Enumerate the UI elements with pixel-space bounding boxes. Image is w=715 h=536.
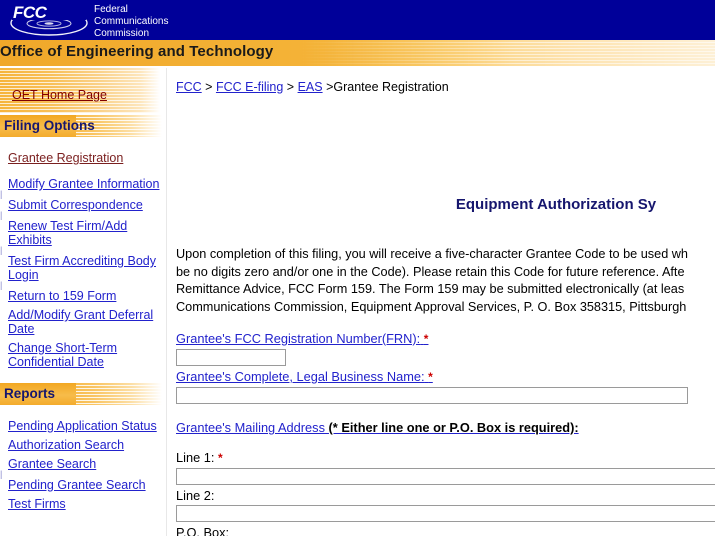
line2-label: Line 2: [176, 488, 215, 503]
sidebar-item-label[interactable]: Pending Grantee Search [0, 478, 166, 492]
business-name-input[interactable] [176, 387, 688, 404]
fcc-logo-svg: FCC Federal Communications Commission [10, 3, 168, 39]
oet-home-page-link[interactable]: OET Home Page [12, 88, 107, 102]
breadcrumb-link-fcc[interactable]: FCC [176, 80, 202, 94]
agency-line-3: Commission [94, 28, 149, 39]
sidebar-item-renew-test-firm-add-exhibits[interactable]: Renew Test Firm/Add Exhibits [0, 219, 166, 247]
required-marker: * [423, 332, 429, 346]
business-name-label-text: Grantee's Complete, Legal Business Name: [176, 369, 425, 384]
required-marker: * [428, 370, 433, 384]
business-name-label[interactable]: Grantee's Complete, Legal Business Name:… [176, 368, 715, 386]
sidebar-item-grantee-search[interactable]: Grantee Search [0, 457, 166, 471]
sidebar-item-modify-grantee-information[interactable]: Modify Grantee Information [0, 177, 166, 191]
fcc-banner: FCC Federal Communications Commission [0, 0, 715, 40]
intro-paragraph: Upon completion of this filing, you will… [176, 247, 688, 314]
sidebar-item-label[interactable]: Return to 159 Form [0, 289, 166, 303]
sidebar-item-label[interactable]: Test Firms [0, 497, 166, 511]
oet-home-plate: OET Home Page [0, 68, 166, 113]
sidebar-item-label[interactable]: Renew Test Firm/Add Exhibits [0, 219, 166, 247]
page-title: Equipment Authorization Sy [455, 196, 657, 213]
sidebar-item-label[interactable]: Test Firm Accrediting Body Login [0, 254, 166, 282]
sidebar-item-pending-grantee-search[interactable]: Pending Grantee Search [0, 478, 166, 492]
breadcrumb-separator: > [322, 80, 334, 94]
sidebar-item-label[interactable]: Pending Application Status [0, 419, 166, 433]
sidebar-item-submit-correspondence[interactable]: Submit Correspondence [0, 198, 166, 212]
sidebar-item-label[interactable]: Add/Modify Grant Deferral Date [0, 308, 166, 336]
sidebar-item-return-to-159-form[interactable]: Return to 159 Form [0, 289, 166, 303]
sidebar-section-header-filing-options: Filing Options [0, 115, 166, 139]
sidebar-list-reports: Pending Application Status Authorization… [0, 419, 166, 511]
mailing-address-label[interactable]: Grantee's Mailing Address (* Either line… [176, 419, 715, 436]
breadcrumb-link-fcc-efiling[interactable]: FCC E-filing [216, 80, 283, 94]
list-caret-icon: | [0, 245, 3, 255]
breadcrumb-separator: > [201, 80, 216, 94]
sidebar-item-label[interactable]: Modify Grantee Information [0, 177, 166, 191]
breadcrumb-separator: > [283, 80, 298, 94]
sidebar-item-change-short-term-confidential-date[interactable]: Change Short-Term Confidential Date [0, 341, 166, 369]
svg-text:FCC: FCC [13, 3, 48, 22]
grantee-registration-form: Grantee's FCC Registration Number(FRN): … [176, 330, 715, 536]
list-caret-icon: | [0, 469, 3, 479]
breadcrumb-link-eas[interactable]: EAS [298, 80, 323, 94]
fcc-logo[interactable]: FCC Federal Communications Commission [8, 2, 173, 40]
sidebar-section-title: Reports [4, 386, 56, 401]
sidebar-item-label[interactable]: Change Short-Term Confidential Date [0, 341, 166, 369]
frn-label-text: Grantee's FCC Registration Number(FRN): [176, 331, 421, 346]
list-caret-icon: | [0, 189, 3, 199]
sidebar-item-test-firm-accrediting-body-login[interactable]: Test Firm Accrediting Body Login [0, 254, 166, 282]
pobox-label: P.O. Box: [176, 525, 230, 536]
line1-label-text: Line 1: [176, 450, 215, 465]
mailing-address-label-text: Grantee's Mailing Address [176, 420, 325, 435]
sidebar-item-authorization-search[interactable]: Authorization Search [0, 438, 166, 452]
frn-input[interactable] [176, 349, 286, 366]
line2-input[interactable] [176, 505, 715, 522]
sidebar-item-add-modify-grant-deferral-date[interactable]: Add/Modify Grant Deferral Date [0, 308, 166, 336]
frn-label[interactable]: Grantee's FCC Registration Number(FRN): … [176, 330, 715, 348]
line1-input[interactable] [176, 468, 715, 485]
office-bar: Office of Engineering and Technology [0, 40, 715, 68]
mailing-address-hint: (* Either line one or P.O. Box is requir… [328, 420, 579, 435]
main-content: FCC > FCC E-filing > EAS >Grantee Regist… [167, 68, 715, 536]
sidebar-item-label[interactable]: Submit Correspondence [0, 198, 166, 212]
agency-line-1: Federal [94, 4, 128, 15]
sidebar-section-title: Filing Options [4, 118, 95, 133]
agency-line-2: Communications [94, 16, 168, 27]
sidebar-section-header-reports: Reports [0, 383, 166, 407]
breadcrumb: FCC > FCC E-filing > EAS >Grantee Regist… [176, 80, 449, 94]
list-caret-icon: | [0, 210, 3, 220]
sidebar-item-pending-application-status[interactable]: Pending Application Status [0, 419, 166, 433]
list-caret-icon: | [0, 280, 3, 290]
sidebar-item-test-firms[interactable]: Test Firms [0, 497, 166, 511]
sidebar-item-label[interactable]: Grantee Registration [0, 151, 166, 165]
sidebar-item-label[interactable]: Grantee Search [0, 457, 166, 471]
spacer [0, 165, 166, 177]
breadcrumb-current: Grantee Registration [333, 80, 449, 94]
sidebar-item-grantee-registration[interactable]: Grantee Registration [0, 151, 166, 165]
line1-label: Line 1: * [176, 449, 715, 467]
sidebar-list-filing-options: Grantee Registration Modify Grantee Info… [0, 151, 166, 369]
sidebar: OET Home Page Filing Options Grantee Reg… [0, 68, 167, 536]
required-marker: * [218, 451, 223, 465]
sidebar-item-label[interactable]: Authorization Search [0, 438, 166, 452]
office-bar-title: Office of Engineering and Technology [0, 43, 274, 60]
